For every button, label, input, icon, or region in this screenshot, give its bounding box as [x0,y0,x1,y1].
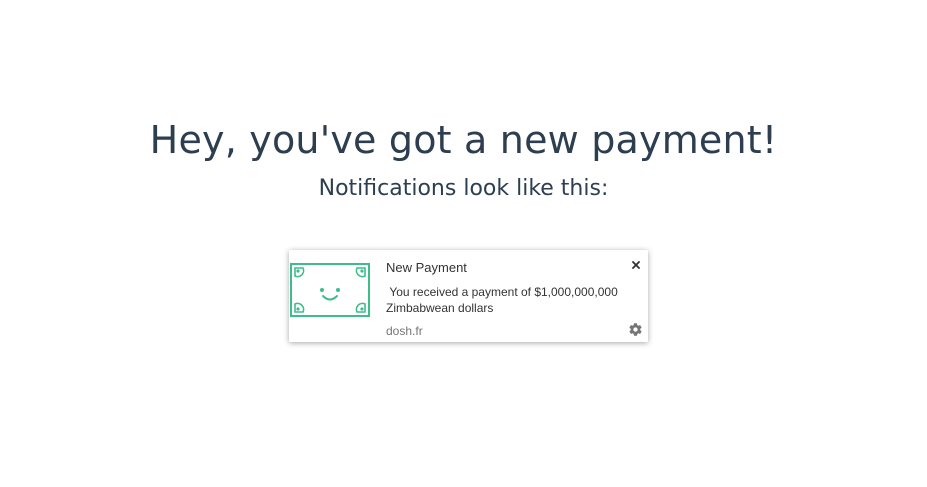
notification-toast[interactable]: New Payment You received a payment of $1… [289,250,648,342]
page-headline: Hey, you've got a new payment! [149,118,778,162]
smiling-banknote-icon [290,263,370,317]
notification-source: dosh.fr [386,324,423,338]
notification-title: New Payment [386,260,467,275]
page-subheadline: Notifications look like this: [318,176,609,201]
gear-icon[interactable] [628,322,643,337]
close-icon[interactable] [630,256,642,269]
notification-body: You received a payment of $1,000,000,000… [386,285,618,315]
